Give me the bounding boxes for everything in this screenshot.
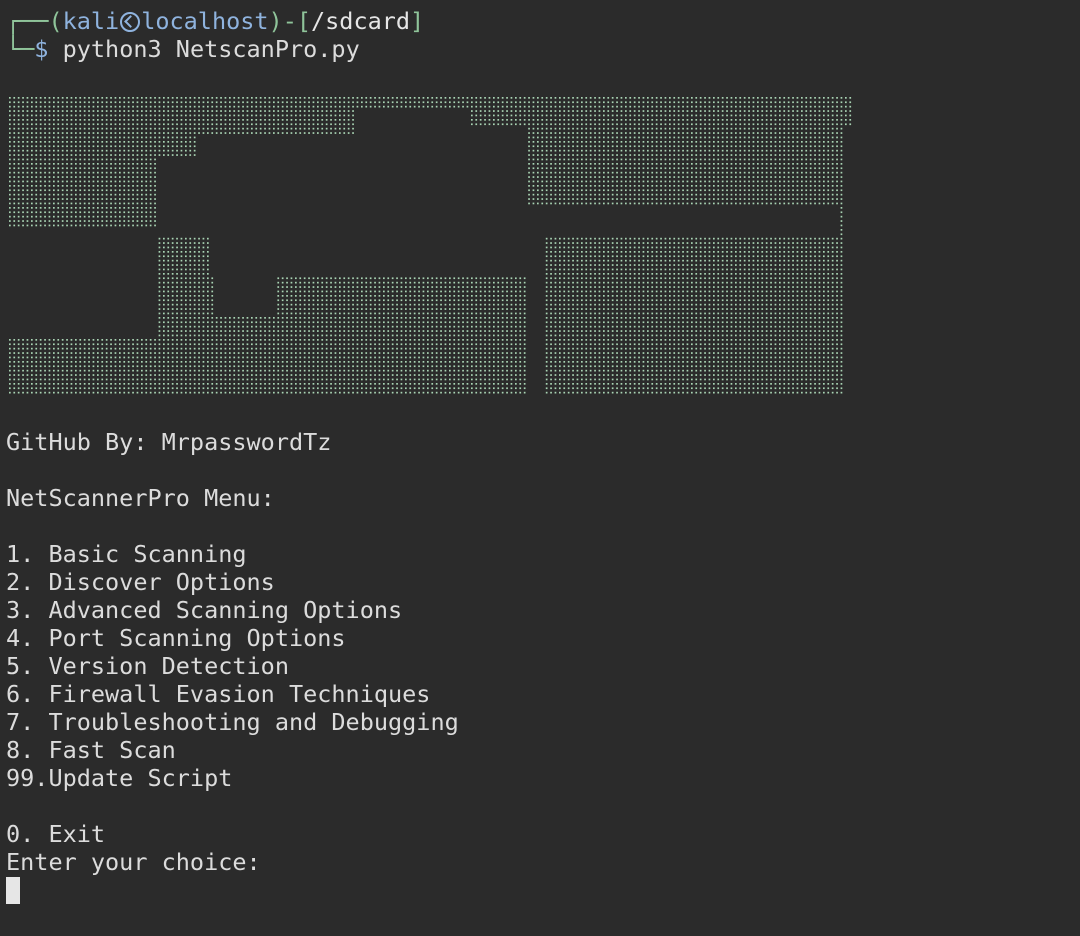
input-prompt: Enter your choice: <box>6 848 261 876</box>
menu-item: 4. Port Scanning Options <box>6 624 346 652</box>
prompt-user: kali <box>62 7 120 35</box>
menu-item: 5. Version Detection <box>6 652 289 680</box>
menu-item: 7. Troubleshooting and Debugging <box>6 708 459 736</box>
menu-item: 1. Basic Scanning <box>6 540 247 568</box>
prompt-corner: ┌── <box>6 7 49 35</box>
terminal-cursor[interactable] <box>6 877 20 904</box>
menu-item: 6. Firewall Evasion Techniques <box>6 680 431 708</box>
menu-item: 3. Advanced Scanning Options <box>6 596 403 624</box>
prompt-corner-bottom: └─ <box>6 35 35 63</box>
menu-title: NetScannerPro Menu: <box>6 484 275 512</box>
kali-dragon-icon <box>120 12 141 32</box>
menu-item: 8. Fast Scan <box>6 736 176 764</box>
ascii-art-banner <box>9 97 852 394</box>
command-line: └─$ python3 NetscanPro.py <box>6 35 360 63</box>
prompt-line: ┌──(kali localhost)-[/sdcard] <box>6 7 424 35</box>
menu-item-exit: 0. Exit <box>6 820 106 848</box>
prompt-path: /sdcard <box>311 7 411 35</box>
menu-item: 99.Update Script <box>6 764 233 792</box>
prompt-host: localhost <box>141 7 269 35</box>
prompt-close-bracket: ] <box>410 7 425 35</box>
menu-item: 2. Discover Options <box>6 568 275 596</box>
prompt-close-paren: )-[ <box>268 7 311 35</box>
prompt-open-paren: ( <box>48 7 63 35</box>
prompt-dollar: $ <box>34 35 49 63</box>
github-credit: GitHub By: MrpasswordTz <box>6 428 332 456</box>
command-text: python3 NetscanPro.py <box>62 35 360 63</box>
